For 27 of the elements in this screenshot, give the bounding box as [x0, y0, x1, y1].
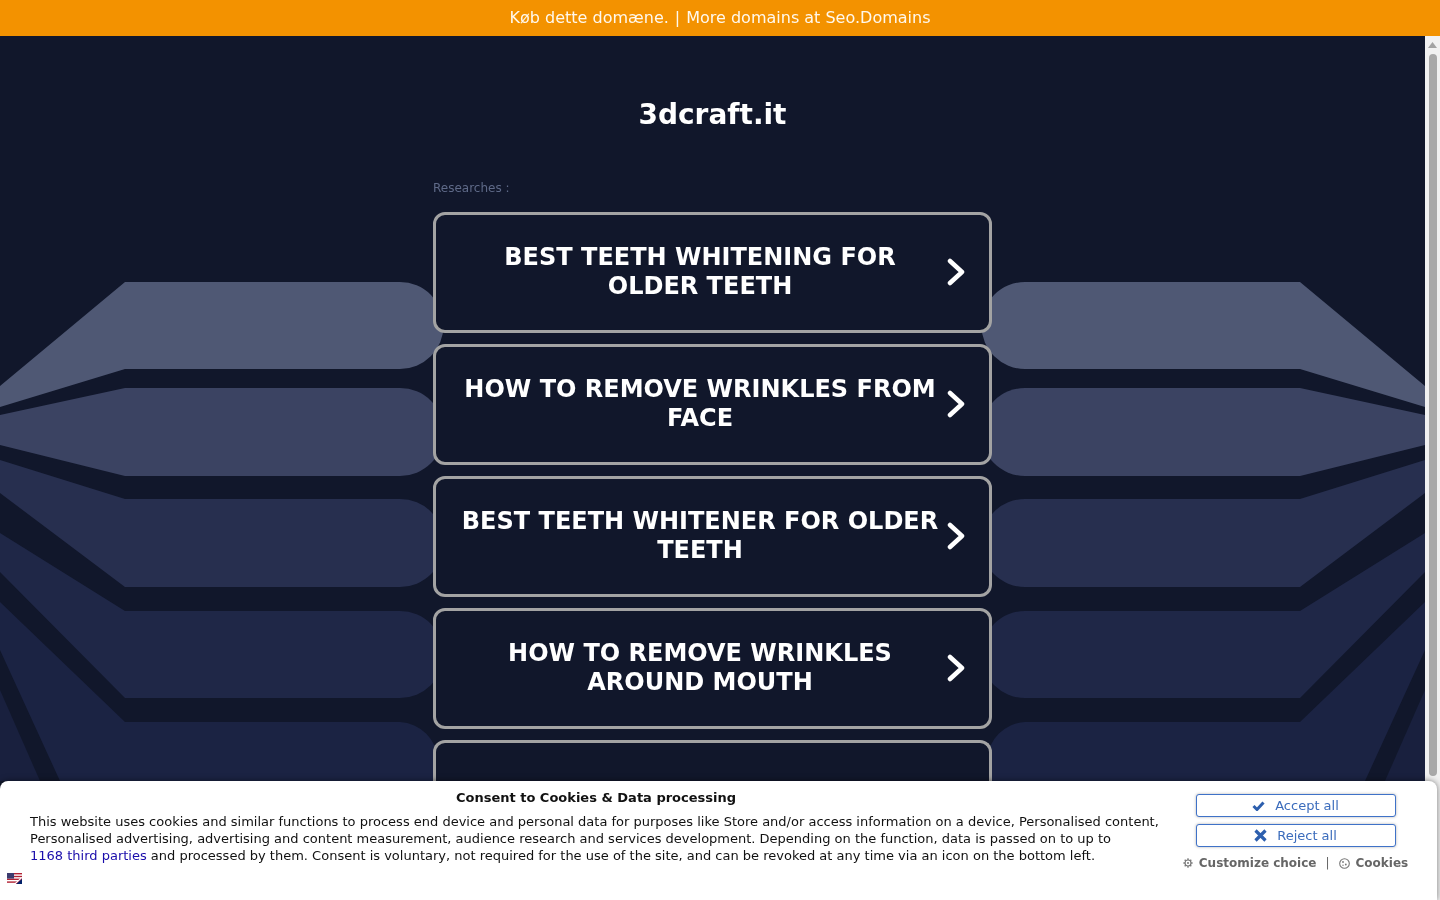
chevron-right-icon — [946, 390, 966, 418]
cut-off-link-card[interactable] — [433, 740, 992, 781]
search-link[interactable]: HOW TO REMOVE WRINKLES FROM FACE — [433, 344, 992, 465]
third-parties-link[interactable]: 1168 third parties — [30, 848, 147, 863]
customize-choice-link[interactable]: Customize choice — [1198, 855, 1317, 871]
scroll-up-arrow-icon[interactable] — [1428, 42, 1437, 48]
site-title: 3dcraft.it — [638, 98, 787, 132]
chevron-right-icon — [946, 258, 966, 286]
scrollbar-thumb[interactable] — [1428, 54, 1437, 776]
chevron-right-icon — [946, 522, 966, 550]
separator: | — [674, 8, 681, 28]
consent-text: This website uses cookies and similar functions to process end device and personal data for purposes like Store and/or access information on a device, Personalised content, Personalised advertising, advertising and content measurement, audience research and services development. Depending on the function, data is passed on to up to 1168 third parties and processed by them. Consent is voluntary, not required for the use of the site, and can be revoked at any time via an icon on the bottom left. — [30, 813, 1160, 864]
accept-all-button[interactable]: Accept all — [1195, 794, 1396, 817]
cookie-icon — [1338, 857, 1350, 869]
search-link[interactable]: BEST TEETH WHITENING FOR OLDER TEETH — [433, 212, 992, 333]
gear-icon — [1182, 858, 1193, 868]
search-link[interactable]: BEST TEETH WHITENER FOR OLDER TEETH — [433, 476, 992, 597]
separator: | — [1325, 855, 1330, 871]
consent-title: Consent to Cookies & Data processing — [455, 790, 737, 806]
researches-label: Researches : — [433, 181, 510, 196]
reject-all-button[interactable]: Reject all — [1195, 824, 1396, 847]
search-link[interactable]: HOW TO REMOVE WRINKLES AROUND MOUTH — [433, 608, 992, 729]
close-icon — [1254, 829, 1268, 842]
check-icon — [1252, 800, 1266, 811]
cookies-link[interactable]: Cookies — [1355, 855, 1409, 871]
chevron-right-icon — [946, 654, 966, 682]
flag-icon[interactable] — [7, 873, 22, 884]
